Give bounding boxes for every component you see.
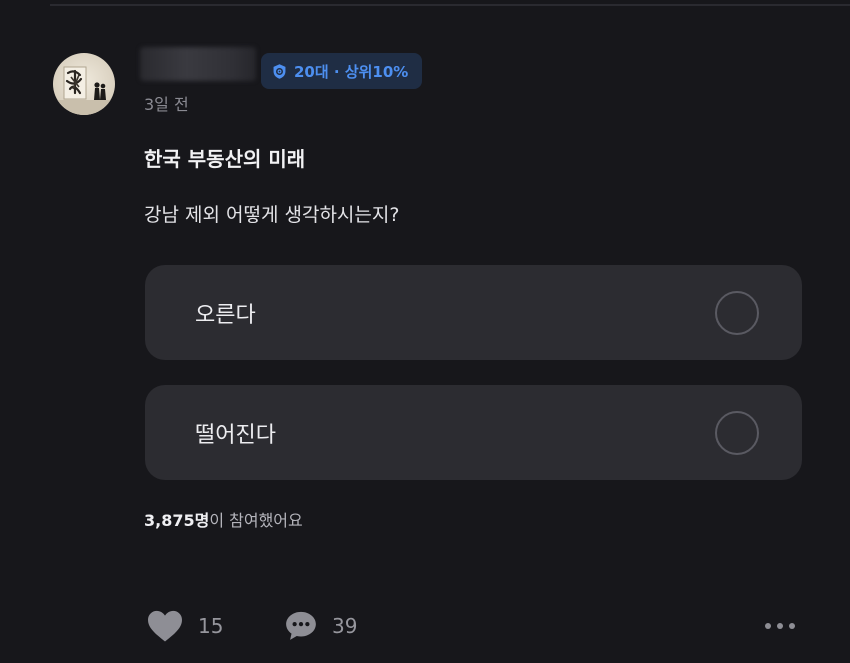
- poll-option-label: 오른다: [195, 302, 256, 328]
- post-title: 한국 부동산의 미래: [144, 147, 306, 171]
- radio-circle-icon[interactable]: [715, 410, 759, 455]
- speech-bubble-icon: [286, 611, 316, 640]
- post-body: 강남 제외 어떻게 생각하시는지?: [144, 204, 400, 226]
- like-count: 15: [198, 614, 224, 638]
- badge-label: 20대 · 상위10%: [294, 62, 409, 81]
- comment-button[interactable]: 39: [284, 606, 357, 646]
- poll-participants: 3,875명이 참여했어요: [144, 507, 303, 531]
- radio-circle-icon[interactable]: [715, 290, 759, 335]
- top-divider: [50, 4, 850, 6]
- comment-count: 39: [332, 614, 358, 638]
- participant-count: 3,875명: [144, 511, 210, 530]
- like-button[interactable]: 15: [146, 606, 223, 646]
- poll-option-label: 떨어진다: [195, 422, 276, 448]
- more-button[interactable]: [760, 614, 800, 638]
- participant-suffix: 이 참여했어요: [209, 511, 303, 530]
- heart-icon: [148, 610, 182, 642]
- avatar-image: [53, 66, 115, 115]
- author-avatar[interactable]: [53, 53, 115, 115]
- poll-option-fall[interactable]: 떨어진다: [145, 385, 802, 480]
- shield-icon: [273, 63, 286, 79]
- poll-option-rise[interactable]: 오른다: [145, 265, 802, 360]
- author-name-blurred[interactable]: [140, 47, 256, 81]
- more-dots-icon: [765, 623, 795, 629]
- post-time: 3일 전: [144, 95, 189, 114]
- author-badge: 20대 · 상위10%: [261, 53, 423, 89]
